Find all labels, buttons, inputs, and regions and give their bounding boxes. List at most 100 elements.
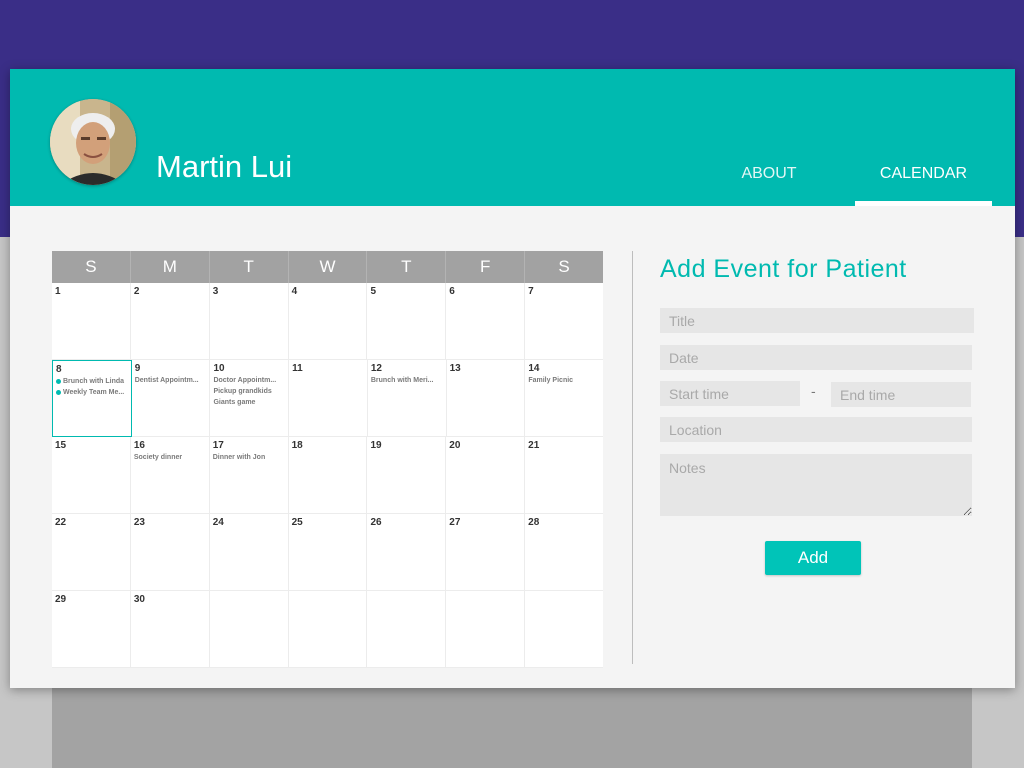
tab-calendar[interactable]: CALENDAR (855, 165, 992, 183)
calendar-day-cell[interactable]: 24 (209, 514, 289, 591)
event-label: Brunch with Meri... (370, 377, 434, 384)
title-input[interactable] (660, 308, 974, 333)
weekday-label: F (446, 251, 526, 283)
event-label: Pickup grandkids (213, 388, 272, 395)
calendar-day-cell[interactable]: 20 (446, 437, 526, 514)
calendar-event[interactable]: Brunch with Meri... (371, 375, 443, 386)
calendar-event[interactable]: Dentist Appointm... (135, 375, 207, 386)
day-number: 18 (291, 440, 303, 451)
end-time-input[interactable] (831, 382, 971, 407)
event-label: Brunch with Linda (63, 378, 125, 385)
calendar-grid: 1 2 3 4 5 6 7 8 Brunch with Linda Weekly Team Me.… (52, 283, 604, 668)
day-number: 19 (370, 440, 382, 451)
day-number: 14 (528, 363, 540, 374)
calendar-day-cell[interactable]: 30 (130, 591, 210, 668)
day-number: 26 (370, 517, 382, 528)
start-time-input[interactable] (660, 381, 800, 406)
day-number: 5 (370, 286, 376, 297)
active-tab-indicator (855, 201, 992, 206)
weekday-label: W (289, 251, 368, 283)
calendar-event[interactable]: Family Picnic (528, 375, 600, 386)
date-input[interactable] (660, 345, 972, 370)
event-label: Society dinner (133, 454, 183, 461)
day-number: 25 (291, 517, 303, 528)
calendar-empty-cell (367, 591, 447, 668)
calendar-week-row: 29 30 (52, 591, 604, 668)
event-label: Dinner with Jon (212, 454, 266, 461)
weekday-label: T (210, 251, 289, 283)
calendar-day-cell[interactable]: 6 (446, 283, 526, 360)
calendar-day-cell[interactable]: 28 (525, 514, 604, 591)
calendar-event[interactable]: Brunch with Linda (56, 376, 128, 387)
calendar-day-cell[interactable]: 5 (367, 283, 447, 360)
event-label: Doctor Appointm... (213, 377, 277, 384)
calendar-day-cell[interactable]: 16 Society dinner (130, 437, 210, 514)
tab-about[interactable]: ABOUT (732, 165, 806, 183)
day-number: 6 (449, 286, 455, 297)
calendar-day-cell[interactable]: 15 (52, 437, 131, 514)
calendar-empty-cell (446, 591, 526, 668)
calendar-day-cell[interactable]: 17 Dinner with Jon (209, 437, 289, 514)
avatar-photo (50, 99, 136, 185)
event-label: Giants game (213, 399, 256, 406)
calendar-day-cell[interactable]: 7 (525, 283, 604, 360)
calendar-day-cell[interactable]: 8 Brunch with Linda Weekly Team Me... (52, 360, 132, 437)
calendar-event[interactable]: Pickup grandkids (213, 386, 285, 397)
day-number: 23 (133, 517, 145, 528)
day-number: 20 (449, 440, 461, 451)
calendar-day-cell[interactable]: 18 (288, 437, 368, 514)
weekday-label: T (367, 251, 447, 283)
calendar-day-cell[interactable]: 22 (52, 514, 131, 591)
event-label: Weekly Team Me... (63, 389, 125, 396)
calendar-empty-cell (525, 591, 604, 668)
calendar-event[interactable]: Giants game (213, 397, 285, 408)
calendar-day-cell[interactable]: 21 (525, 437, 604, 514)
calendar-day-cell[interactable]: 23 (130, 514, 210, 591)
calendar-event[interactable]: Doctor Appointm... (213, 375, 285, 386)
calendar-day-cell[interactable]: 13 (446, 360, 526, 437)
calendar-event[interactable]: Dinner with Jon (213, 452, 285, 463)
day-number: 7 (528, 286, 534, 297)
day-number: 1 (55, 286, 61, 297)
day-number: 9 (134, 363, 141, 374)
calendar-day-cell[interactable]: 27 (446, 514, 526, 591)
calendar-day-cell[interactable]: 14 Family Picnic (525, 360, 604, 437)
calendar-day-cell[interactable]: 9 Dentist Appointm... (131, 360, 211, 437)
calendar-week-row: 22 23 24 25 26 27 28 (52, 514, 604, 591)
calendar-day-cell[interactable]: 25 (288, 514, 368, 591)
day-number: 10 (213, 363, 225, 374)
calendar-day-cell[interactable]: 10 Doctor Appointm... Pickup grandkids Gian… (210, 360, 290, 437)
patient-avatar (50, 99, 136, 185)
calendar-day-cell[interactable]: 4 (288, 283, 368, 360)
location-input[interactable] (660, 417, 972, 442)
day-number: 17 (212, 440, 224, 451)
day-number: 4 (291, 286, 298, 297)
day-number: 22 (55, 517, 67, 528)
calendar-day-cell[interactable]: 11 (289, 360, 368, 437)
calendar-day-cell[interactable]: 1 (52, 283, 131, 360)
event-dot-icon (56, 389, 61, 395)
notes-textarea[interactable] (660, 454, 972, 516)
calendar-day-cell[interactable]: 19 (367, 437, 447, 514)
day-number: 30 (133, 594, 145, 605)
calendar-day-cell[interactable]: 12 Brunch with Meri... (367, 360, 447, 437)
day-number: 13 (449, 363, 461, 374)
calendar-day-cell[interactable]: 3 (209, 283, 289, 360)
day-number: 12 (370, 363, 382, 374)
calendar-day-cell[interactable]: 26 (367, 514, 447, 591)
patient-name: Martin Lui (156, 149, 293, 184)
patient-card: Martin Lui ABOUT CALENDAR S M T W T F S … (10, 69, 1015, 688)
day-number: 29 (55, 594, 67, 605)
calendar-day-cell[interactable]: 29 (52, 591, 131, 668)
day-number: 2 (133, 286, 140, 297)
calendar-day-cell[interactable]: 2 (130, 283, 210, 360)
calendar-week-row: 1 2 3 4 5 6 7 (52, 283, 604, 360)
section-divider (632, 251, 633, 664)
day-number: 15 (55, 440, 67, 451)
add-event-button[interactable]: Add (765, 541, 861, 575)
calendar-event[interactable]: Society dinner (134, 452, 206, 463)
day-number: 27 (449, 517, 461, 528)
calendar-event[interactable]: Weekly Team Me... (56, 387, 128, 398)
calendar-week-row: 15 16 Society dinner 17 Dinner with Jon 18 19 2… (52, 437, 604, 514)
event-label: Family Picnic (528, 377, 574, 384)
